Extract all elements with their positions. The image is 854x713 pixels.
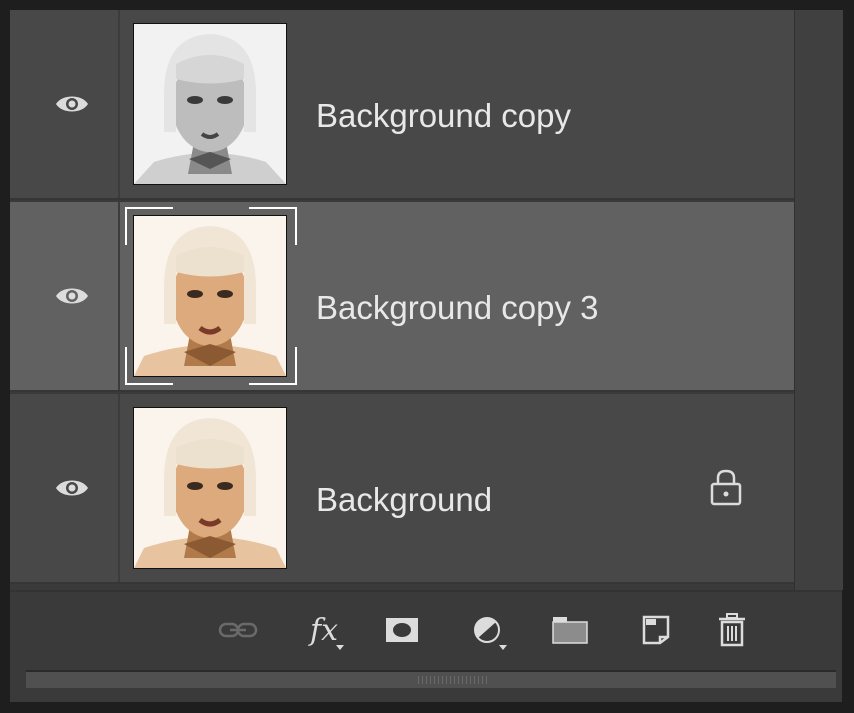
layers-scrollbar[interactable] xyxy=(794,10,843,590)
layer-thumbnail[interactable] xyxy=(131,21,291,187)
color-portrait-image xyxy=(134,408,286,568)
panel-resize-bar[interactable] xyxy=(26,670,836,688)
visibility-column xyxy=(10,394,120,582)
new-adjustment-layer-button[interactable] xyxy=(465,610,509,650)
layer-name[interactable]: Background copy 3 xyxy=(316,288,599,328)
layer-name[interactable]: Background xyxy=(316,480,492,520)
new-layer-button[interactable] xyxy=(634,610,678,650)
new-group-button[interactable] xyxy=(548,610,592,650)
eye-icon[interactable] xyxy=(54,477,90,499)
layers-list: Background copy Background copy 3 Backgr… xyxy=(10,10,794,590)
resize-grip-icon[interactable] xyxy=(418,676,490,684)
grayscale-portrait-image xyxy=(134,24,286,184)
color-portrait-image xyxy=(134,216,286,376)
link-layers-button[interactable] xyxy=(216,610,260,650)
layers-panel: Background copy Background copy 3 Backgr… xyxy=(10,10,843,702)
eye-icon[interactable] xyxy=(54,93,90,115)
layer-row[interactable]: Background copy 3 xyxy=(10,202,794,392)
layer-thumbnail[interactable] xyxy=(125,207,297,385)
layer-name[interactable]: Background copy xyxy=(316,96,571,136)
layer-mask-icon xyxy=(386,618,418,642)
dropdown-arrow-icon xyxy=(499,645,507,650)
layers-footer-toolbar: fx xyxy=(10,590,842,666)
visibility-column xyxy=(10,202,120,390)
add-layer-style-button[interactable]: fx xyxy=(302,610,346,650)
new-layer-icon xyxy=(642,615,670,645)
delete-layer-button[interactable] xyxy=(710,610,754,650)
eye-icon[interactable] xyxy=(54,285,90,307)
trash-icon xyxy=(719,613,745,647)
fx-icon: fx xyxy=(309,612,339,648)
visibility-column xyxy=(10,10,120,198)
add-layer-mask-button[interactable] xyxy=(380,610,424,650)
link-layers-icon xyxy=(218,622,258,638)
layer-row[interactable]: Background xyxy=(10,394,794,584)
layer-thumbnail[interactable] xyxy=(131,405,291,571)
adjustment-layer-icon xyxy=(474,617,500,643)
dropdown-arrow-icon xyxy=(336,645,344,650)
new-group-icon xyxy=(552,617,588,644)
layer-row[interactable]: Background copy xyxy=(10,10,794,200)
lock-icon[interactable] xyxy=(708,468,744,506)
